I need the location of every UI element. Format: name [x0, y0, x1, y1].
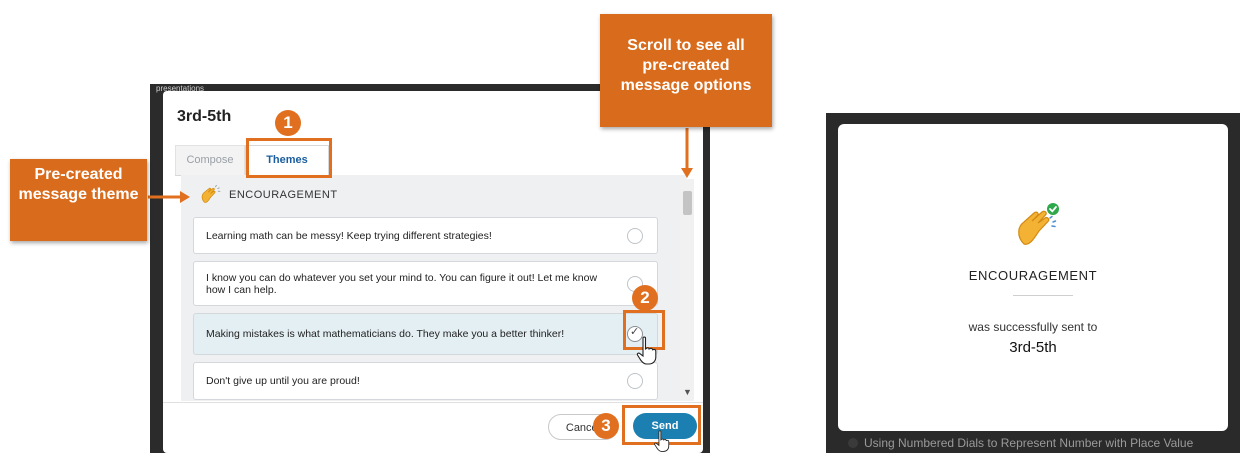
message-option-text: Learning math can be messy! Keep trying … [206, 229, 492, 242]
message-list-scrollbar[interactable]: ▼ [680, 179, 694, 401]
theme-header: ENCOURAGEMENT [199, 184, 338, 206]
message-option-text: Don't give up until you are proud! [206, 375, 360, 387]
success-target: 3rd-5th [1009, 339, 1057, 356]
message-radio[interactable] [627, 373, 643, 389]
send-message-modal: 3rd-5th Compose Themes ▼ ENCOURAGEMENT L… [163, 91, 703, 453]
success-dialog: ENCOURAGEMENT was successfully sent to 3… [838, 124, 1228, 431]
highlight-themes-tab [246, 138, 332, 178]
tab-compose[interactable]: Compose [175, 145, 245, 175]
scroll-thumb[interactable] [683, 191, 692, 215]
hand-cursor-icon [636, 336, 657, 365]
theme-header-label: ENCOURAGEMENT [229, 189, 338, 201]
hand-cursor-send-icon [654, 430, 670, 452]
message-option-text: I know you can do whatever you set your … [206, 271, 598, 296]
callout-scroll-hint: Scroll to see all pre-created message op… [600, 14, 772, 127]
step-badge-2: 2 [632, 285, 658, 311]
message-option-text: Making mistakes is what mathematicians d… [206, 328, 565, 340]
bottom-caption-text: Using Numbered Dials to Represent Number… [864, 436, 1194, 450]
message-option[interactable]: Don't give up until you are proud! [193, 362, 658, 400]
message-option[interactable]: I know you can do whatever you set your … [193, 261, 658, 306]
callout-precreated-theme: Pre-created message theme [10, 159, 147, 241]
modal-title: 3rd-5th [177, 108, 232, 125]
message-option-selected[interactable]: Making mistakes is what mathematicians d… [193, 313, 658, 355]
clapping-hands-icon [201, 184, 221, 203]
scroll-down-icon[interactable]: ▼ [683, 387, 692, 397]
message-option[interactable]: Learning math can be messy! Keep trying … [193, 217, 658, 254]
clapping-hands-success-icon [1018, 203, 1059, 245]
step-badge-3: 3 [593, 413, 619, 439]
success-message: was successfully sent to [968, 320, 1098, 334]
success-divider [1013, 295, 1073, 296]
footer-divider [163, 402, 703, 403]
message-radio[interactable] [627, 227, 643, 244]
success-theme-title: ENCOURAGEMENT [968, 268, 1098, 283]
step-badge-1: 1 [275, 110, 301, 136]
lesson-icon [848, 438, 858, 448]
bottom-caption: Using Numbered Dials to Represent Number… [848, 436, 1193, 450]
